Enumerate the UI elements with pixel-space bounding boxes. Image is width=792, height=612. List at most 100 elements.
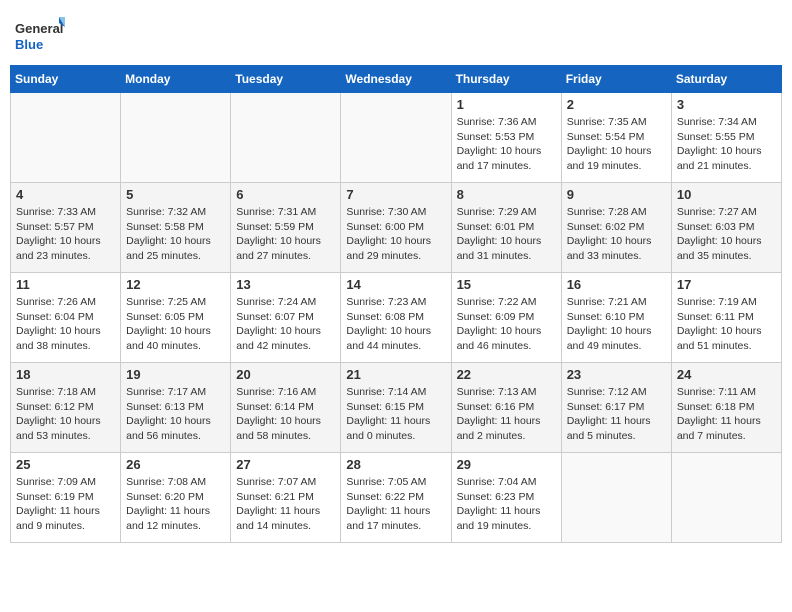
header-wednesday: Wednesday (341, 66, 451, 93)
cell-week3-day1: 12Sunrise: 7:25 AM Sunset: 6:05 PM Dayli… (121, 273, 231, 363)
page-header: General Blue (10, 10, 782, 57)
day-number: 25 (16, 457, 115, 472)
cell-week4-day0: 18 Sunrise: 7:18 AM Sunset: 6:12 PM Dayli… (11, 363, 121, 453)
header-saturday: Saturday (671, 66, 781, 93)
cell-week2-day1: 5 Sunrise: 7:32 AM Sunset: 5:58 PM Daylig… (121, 183, 231, 273)
cell-week2-day3: 7 Sunrise: 7:30 AM Sunset: 6:00 PM Daylig… (341, 183, 451, 273)
cell-week3-day6: 17 Sunrise: 7:19 AM Sunset: 6:11 PM Dayli… (671, 273, 781, 363)
cell-week5-day1: 26 Sunrise: 7:08 AM Sunset: 6:20 PM Dayli… (121, 453, 231, 543)
cell-week1-day5: 2 Sunrise: 7:35 AM Sunset: 5:54 PM Daylig… (561, 93, 671, 183)
day-number: 23 (567, 367, 666, 382)
day-number: 22 (457, 367, 556, 382)
svg-text:Blue: Blue (15, 37, 43, 52)
logo: General Blue (15, 15, 65, 57)
day-number: 9 (567, 187, 666, 202)
day-number: 4 (16, 187, 115, 202)
day-info: Sunrise: 7:35 AM Sunset: 5:54 PM Dayligh… (567, 115, 666, 174)
day-number: 14 (346, 277, 445, 292)
cell-week5-day4: 29 Sunrise: 7:04 AM Sunset: 6:23 PM Dayli… (451, 453, 561, 543)
header-tuesday: Tuesday (231, 66, 341, 93)
cell-week3-day4: 15 Sunrise: 7:22 AM Sunset: 6:09 PM Dayli… (451, 273, 561, 363)
day-number: 2 (567, 97, 666, 112)
day-info: Sunrise: 7:26 AM Sunset: 6:04 PM Dayligh… (16, 295, 115, 354)
day-info: Sunrise: 7:30 AM Sunset: 6:00 PM Dayligh… (346, 205, 445, 264)
cell-week5-day6 (671, 453, 781, 543)
day-number: 3 (677, 97, 776, 112)
day-number: 20 (236, 367, 335, 382)
day-info: Sunrise: 7:14 AM Sunset: 6:15 PM Dayligh… (346, 385, 445, 444)
day-info: Sunrise: 7:08 AM Sunset: 6:20 PM Dayligh… (126, 475, 225, 534)
cell-week4-day2: 20 Sunrise: 7:16 AM Sunset: 6:14 PM Dayli… (231, 363, 341, 453)
day-number: 24 (677, 367, 776, 382)
cell-week2-day6: 10 Sunrise: 7:27 AM Sunset: 6:03 PM Dayli… (671, 183, 781, 273)
day-number: 13 (236, 277, 335, 292)
day-info: Sunrise: 7:36 AM Sunset: 5:53 PM Dayligh… (457, 115, 556, 174)
day-number: 5 (126, 187, 225, 202)
cell-week4-day1: 19Sunrise: 7:17 AM Sunset: 6:13 PM Dayli… (121, 363, 231, 453)
cell-week3-day3: 14 Sunrise: 7:23 AM Sunset: 6:08 PM Dayli… (341, 273, 451, 363)
day-info: Sunrise: 7:21 AM Sunset: 6:10 PM Dayligh… (567, 295, 666, 354)
day-info: Sunrise: 7:19 AM Sunset: 6:11 PM Dayligh… (677, 295, 776, 354)
cell-week3-day5: 16 Sunrise: 7:21 AM Sunset: 6:10 PM Dayli… (561, 273, 671, 363)
day-info: Sunrise: 7:13 AM Sunset: 6:16 PM Dayligh… (457, 385, 556, 444)
cell-week4-day5: 23 Sunrise: 7:12 AM Sunset: 6:17 PM Dayli… (561, 363, 671, 453)
day-number: 27 (236, 457, 335, 472)
cell-week1-day1 (121, 93, 231, 183)
day-number: 11 (16, 277, 115, 292)
day-info: Sunrise: 7:32 AM Sunset: 5:58 PM Dayligh… (126, 205, 225, 264)
header-friday: Friday (561, 66, 671, 93)
svg-text:General: General (15, 21, 63, 36)
header-monday: Monday (121, 66, 231, 93)
cell-week1-day6: 3 Sunrise: 7:34 AM Sunset: 5:55 PM Daylig… (671, 93, 781, 183)
cell-week1-day2 (231, 93, 341, 183)
day-number: 19 (126, 367, 225, 382)
cell-week3-day0: 11 Sunrise: 7:26 AM Sunset: 6:04 PM Dayli… (11, 273, 121, 363)
day-info: Sunrise: 7:12 AM Sunset: 6:17 PM Dayligh… (567, 385, 666, 444)
cell-week4-day4: 22 Sunrise: 7:13 AM Sunset: 6:16 PM Dayli… (451, 363, 561, 453)
header-thursday: Thursday (451, 66, 561, 93)
day-number: 10 (677, 187, 776, 202)
day-info: Sunrise: 7:31 AM Sunset: 5:59 PM Dayligh… (236, 205, 335, 264)
cell-week2-day5: 9 Sunrise: 7:28 AM Sunset: 6:02 PM Daylig… (561, 183, 671, 273)
cell-week1-day4: 1Sunrise: 7:36 AM Sunset: 5:53 PM Daylig… (451, 93, 561, 183)
day-number: 8 (457, 187, 556, 202)
day-number: 17 (677, 277, 776, 292)
day-number: 16 (567, 277, 666, 292)
cell-week3-day2: 13 Sunrise: 7:24 AM Sunset: 6:07 PM Dayli… (231, 273, 341, 363)
day-info: Sunrise: 7:05 AM Sunset: 6:22 PM Dayligh… (346, 475, 445, 534)
logo-icon: General Blue (15, 15, 65, 57)
cell-week4-day6: 24 Sunrise: 7:11 AM Sunset: 6:18 PM Dayli… (671, 363, 781, 453)
day-info: Sunrise: 7:27 AM Sunset: 6:03 PM Dayligh… (677, 205, 776, 264)
day-info: Sunrise: 7:16 AM Sunset: 6:14 PM Dayligh… (236, 385, 335, 444)
cell-week1-day3 (341, 93, 451, 183)
day-number: 12 (126, 277, 225, 292)
day-number: 26 (126, 457, 225, 472)
cell-week5-day3: 28 Sunrise: 7:05 AM Sunset: 6:22 PM Dayli… (341, 453, 451, 543)
day-number: 28 (346, 457, 445, 472)
header-sunday: Sunday (11, 66, 121, 93)
day-info: Sunrise: 7:28 AM Sunset: 6:02 PM Dayligh… (567, 205, 666, 264)
day-number: 18 (16, 367, 115, 382)
cell-week4-day3: 21 Sunrise: 7:14 AM Sunset: 6:15 PM Dayli… (341, 363, 451, 453)
day-info: Sunrise: 7:22 AM Sunset: 6:09 PM Dayligh… (457, 295, 556, 354)
cell-week2-day4: 8 Sunrise: 7:29 AM Sunset: 6:01 PM Daylig… (451, 183, 561, 273)
day-info: Sunrise: 7:07 AM Sunset: 6:21 PM Dayligh… (236, 475, 335, 534)
day-info: Sunrise: 7:29 AM Sunset: 6:01 PM Dayligh… (457, 205, 556, 264)
day-number: 7 (346, 187, 445, 202)
day-info: Sunrise: 7:23 AM Sunset: 6:08 PM Dayligh… (346, 295, 445, 354)
day-number: 29 (457, 457, 556, 472)
calendar-table: SundayMondayTuesdayWednesdayThursdayFrid… (10, 65, 782, 543)
day-info: Sunrise: 7:33 AM Sunset: 5:57 PM Dayligh… (16, 205, 115, 264)
day-number: 15 (457, 277, 556, 292)
day-info: Sunrise: 7:09 AM Sunset: 6:19 PM Dayligh… (16, 475, 115, 534)
day-number: 21 (346, 367, 445, 382)
day-number: 6 (236, 187, 335, 202)
day-info: Sunrise: 7:11 AM Sunset: 6:18 PM Dayligh… (677, 385, 776, 444)
day-info: Sunrise: 7:34 AM Sunset: 5:55 PM Dayligh… (677, 115, 776, 174)
cell-week5-day0: 25 Sunrise: 7:09 AM Sunset: 6:19 PM Dayli… (11, 453, 121, 543)
day-info: Sunrise: 7:24 AM Sunset: 6:07 PM Dayligh… (236, 295, 335, 354)
cell-week2-day0: 4 Sunrise: 7:33 AM Sunset: 5:57 PM Daylig… (11, 183, 121, 273)
cell-week5-day2: 27 Sunrise: 7:07 AM Sunset: 6:21 PM Dayli… (231, 453, 341, 543)
day-info: Sunrise: 7:04 AM Sunset: 6:23 PM Dayligh… (457, 475, 556, 534)
day-info: Sunrise: 7:18 AM Sunset: 6:12 PM Dayligh… (16, 385, 115, 444)
